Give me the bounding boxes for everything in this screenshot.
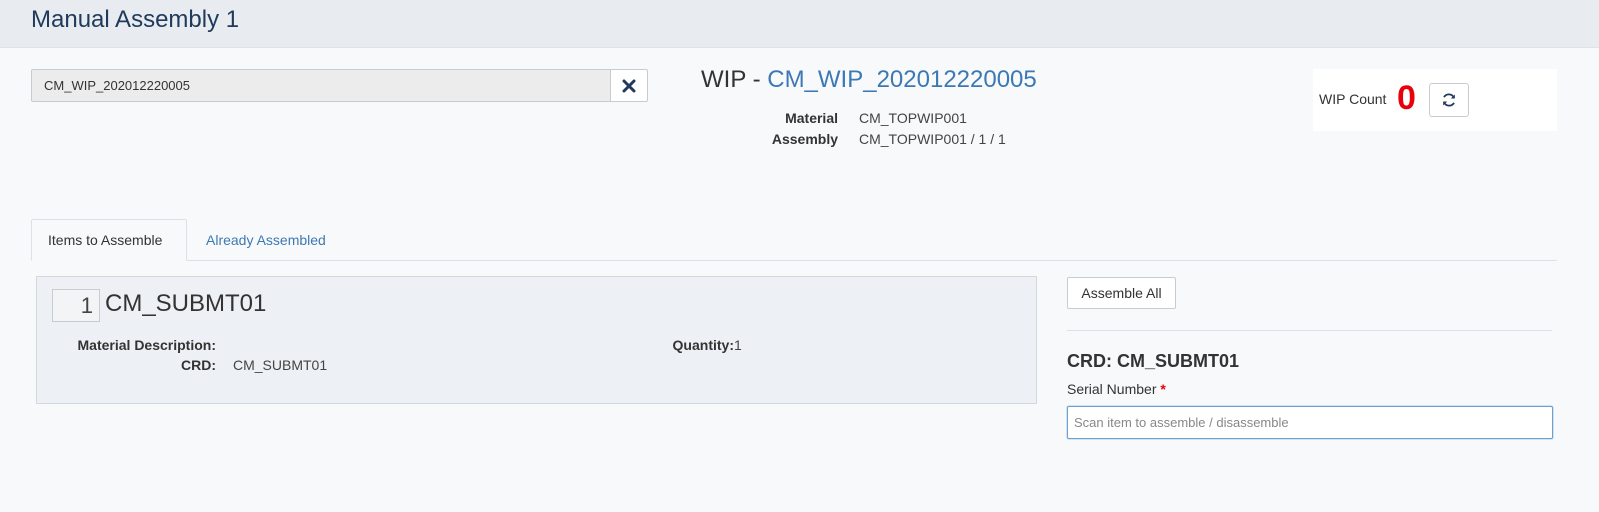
- assembly-value: CM_TOPWIP001 / 1 / 1: [859, 131, 1006, 147]
- refresh-button[interactable]: [1429, 83, 1469, 117]
- material-label: Material: [785, 110, 838, 126]
- page-header: Manual Assembly 1: [0, 0, 1599, 48]
- wip-scan-input[interactable]: [31, 69, 611, 102]
- crd-value: CM_SUBMT01: [233, 357, 328, 373]
- clear-scan-button[interactable]: [610, 69, 648, 102]
- crd-label: CRD:: [181, 357, 216, 373]
- item-quantity-input[interactable]: 1: [52, 289, 100, 322]
- material-label-box: Material: [700, 110, 838, 130]
- close-icon: [622, 79, 636, 92]
- assembly-label: Assembly: [771, 131, 838, 147]
- page-title: Manual Assembly 1: [31, 6, 240, 33]
- material-value: CM_TOPWIP001: [859, 110, 967, 126]
- wip-title-prefix: WIP -: [701, 66, 768, 93]
- item-name: CM_SUBMT01: [105, 290, 267, 317]
- serial-number-label: Serial Number *: [1067, 381, 1166, 397]
- assembly-label-box: Assembly: [700, 131, 838, 151]
- panel-divider: [1067, 330, 1552, 331]
- wip-count-label: WIP Count: [1319, 91, 1387, 107]
- wip-title: WIP - CM_WIP_202012220005: [701, 66, 1037, 94]
- refresh-icon: [1443, 93, 1455, 107]
- wip-id-link[interactable]: CM_WIP_202012220005: [767, 66, 1037, 93]
- serial-number-input[interactable]: [1067, 406, 1553, 439]
- wip-count-card: WIP Count 0: [1313, 69, 1557, 131]
- tab-already-assembled[interactable]: Already Assembled: [190, 219, 342, 261]
- crd-title: CRD: CM_SUBMT01: [1067, 351, 1240, 371]
- assembly-item-card: 1 CM_SUBMT01 Material Description: CRD: …: [36, 276, 1037, 404]
- quantity-value: 1: [734, 337, 742, 353]
- required-mark: *: [1160, 381, 1166, 397]
- quantity-label: Quantity:: [672, 337, 734, 353]
- wip-count-value: 0: [1397, 79, 1416, 117]
- tab-items-to-assemble[interactable]: Items to Assemble: [31, 219, 187, 261]
- material-description-label: Material Description:: [77, 337, 216, 353]
- assemble-all-button[interactable]: Assemble All: [1067, 277, 1176, 309]
- serial-number-label-text: Serial Number: [1067, 381, 1157, 397]
